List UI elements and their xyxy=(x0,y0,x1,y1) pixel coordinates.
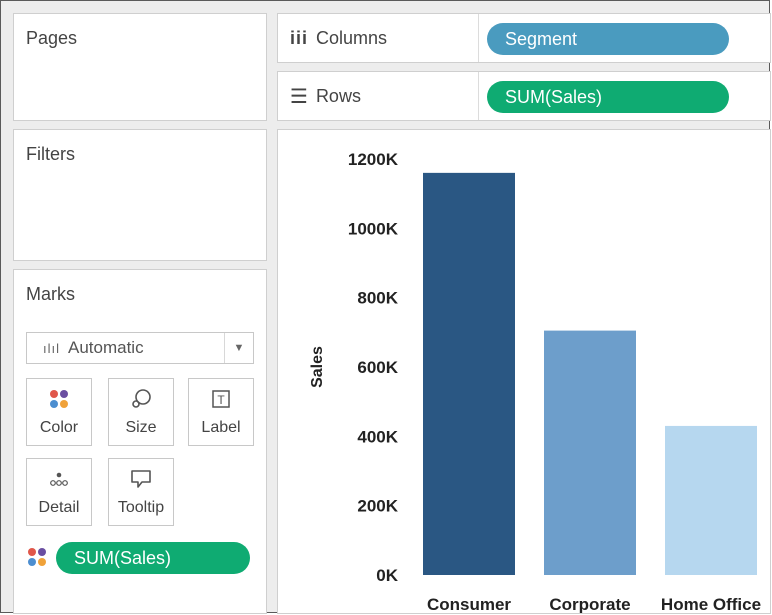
y-axis-title: Sales xyxy=(309,346,326,388)
bar-chart-icon: ılıl xyxy=(43,340,60,356)
x-tick-label: Home Office xyxy=(661,595,761,614)
bar-home-office[interactable] xyxy=(665,425,757,575)
y-tick-label: 400K xyxy=(357,427,398,446)
tooltip-icon xyxy=(109,467,173,491)
detail-button[interactable]: Detail xyxy=(26,458,92,526)
tooltip-label: Tooltip xyxy=(117,499,165,516)
segment-pill[interactable]: Segment xyxy=(487,23,729,55)
chart-area: Sales 0K 200K 400K 600K 800K 1000K 1200K Consum… xyxy=(277,129,771,614)
y-tick-label: 0K xyxy=(376,566,398,585)
pages-title: Pages xyxy=(26,28,78,48)
sum-sales-rows-pill[interactable]: SUM(Sales) xyxy=(487,81,729,113)
detail-label: Detail xyxy=(38,499,80,516)
marks-card: Marks ılıl Automatic ▼ Color Size T Labe… xyxy=(13,269,267,614)
filters-title: Filters xyxy=(26,144,75,164)
color-dots-icon xyxy=(27,387,91,411)
y-tick-label: 600K xyxy=(357,358,398,377)
y-tick-label: 1200K xyxy=(348,150,399,169)
filters-card[interactable]: Filters xyxy=(13,129,267,261)
size-icon xyxy=(109,387,173,411)
rows-shelf[interactable]: ☰ Rows SUM(Sales) xyxy=(277,71,771,121)
columns-shelf[interactable]: iii Columns Segment xyxy=(277,13,771,63)
rows-label: Rows xyxy=(315,85,361,106)
bar-corporate[interactable] xyxy=(544,330,636,575)
columns-label: Columns xyxy=(316,27,388,48)
mark-type-dropdown[interactable]: ılıl Automatic ▼ xyxy=(26,332,254,364)
size-button[interactable]: Size xyxy=(108,378,174,446)
pages-card[interactable]: Pages xyxy=(13,13,267,121)
detail-icon xyxy=(27,467,91,491)
columns-icon: iii xyxy=(290,27,309,48)
bar-chart: Sales 0K 200K 400K 600K 800K 1000K 1200K Consum… xyxy=(309,150,761,614)
color-label: Color xyxy=(39,419,79,436)
mark-type-value: Automatic xyxy=(68,338,144,357)
size-label: Size xyxy=(125,419,157,436)
y-tick-label: 200K xyxy=(357,497,398,516)
y-tick-label: 1000K xyxy=(348,219,399,238)
label-button[interactable]: T Label xyxy=(188,378,254,446)
svg-text:T: T xyxy=(217,393,225,407)
rows-icon: ☰ xyxy=(290,85,308,108)
x-tick-label: Consumer xyxy=(427,595,511,614)
y-tick-label: 800K xyxy=(357,289,398,308)
color-button[interactable]: Color xyxy=(26,378,92,446)
x-tick-label: Corporate xyxy=(549,595,630,614)
label-label: Label xyxy=(201,419,241,436)
tooltip-button[interactable]: Tooltip xyxy=(108,458,174,526)
sum-sales-color-pill[interactable]: SUM(Sales) xyxy=(56,542,250,574)
label-icon: T xyxy=(189,387,253,411)
marks-title: Marks xyxy=(26,284,75,304)
chevron-down-icon[interactable]: ▼ xyxy=(224,333,253,363)
color-dots-icon xyxy=(26,546,48,568)
tableau-worksheet: Pages iii Columns Segment ☰ Rows SUM(Sal… xyxy=(0,0,771,614)
bar-consumer[interactable] xyxy=(423,172,515,575)
